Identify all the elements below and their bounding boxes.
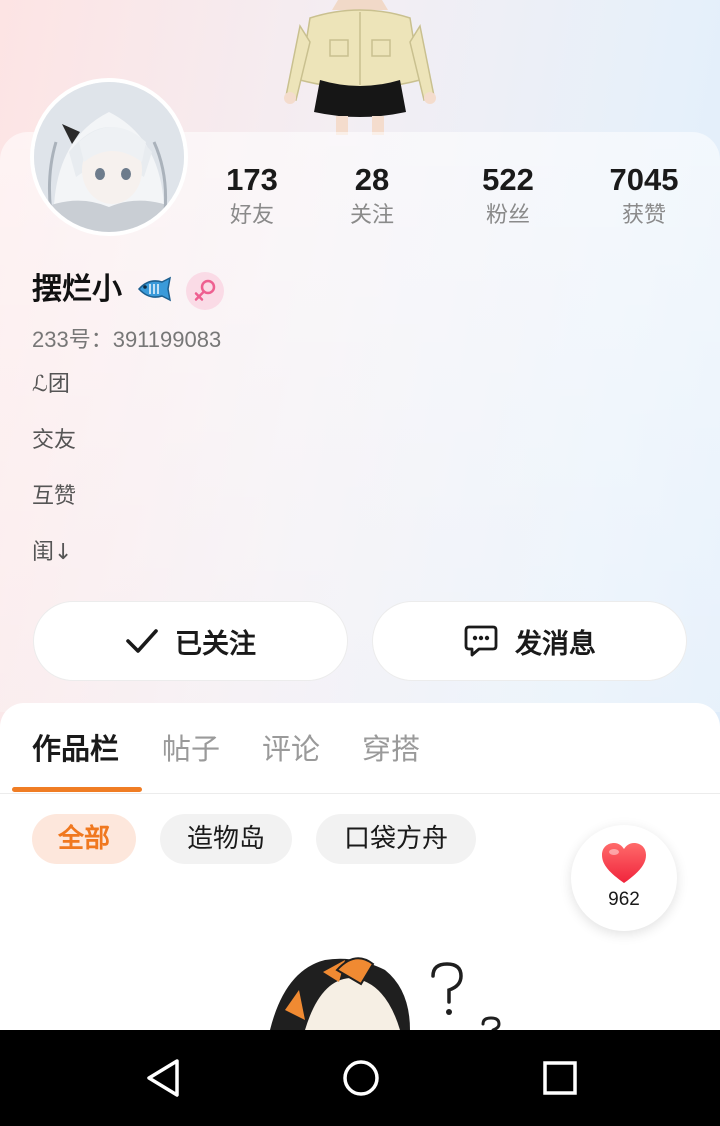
fish-badge-icon[interactable] — [135, 276, 175, 302]
tab-comments[interactable]: 评论 — [262, 727, 320, 771]
bio-line: 互赞 — [32, 484, 77, 509]
stat-fans-value: 522 — [482, 162, 534, 197]
filter-chip-pocket-ark[interactable]: 口袋方舟 — [316, 814, 476, 864]
heart-icon — [602, 843, 646, 883]
empty-state-mascot — [270, 957, 501, 1030]
stat-fans-label: 粉丝 — [485, 203, 530, 228]
tab-works[interactable]: 作品栏 — [32, 727, 119, 771]
check-icon — [126, 629, 158, 653]
like-count: 962 — [608, 889, 640, 910]
send-message-button[interactable]: 发消息 — [372, 601, 687, 681]
tab-posts[interactable]: 帖子 — [162, 727, 220, 771]
recents-icon — [543, 1061, 577, 1095]
stat-following[interactable]: 28 关注 — [307, 160, 437, 232]
like-floating-button[interactable]: 962 — [571, 825, 677, 931]
active-tab-indicator — [12, 787, 142, 792]
tab-outfits[interactable]: 穿搭 — [362, 727, 420, 771]
stat-following-value: 28 — [354, 162, 390, 197]
home-icon — [343, 1060, 379, 1096]
recents-button[interactable] — [536, 1054, 584, 1102]
user-id: 233号：391199083 — [32, 327, 222, 352]
follow-button[interactable]: 已关注 — [33, 601, 348, 681]
back-icon — [147, 1059, 179, 1097]
user-avatar[interactable] — [30, 78, 188, 236]
background-avatar-figure — [284, 0, 436, 135]
stat-friends-value: 173 — [226, 162, 278, 197]
send-message-label: 发消息 — [515, 628, 596, 660]
filter-chip-all[interactable]: 全部 — [32, 814, 136, 864]
stat-fans[interactable]: 522 粉丝 — [443, 160, 573, 232]
female-icon — [194, 279, 216, 301]
bio-line: ℒ团 — [32, 372, 70, 397]
home-button[interactable] — [337, 1054, 385, 1102]
stat-friends-label: 好友 — [229, 203, 274, 228]
system-navigation-bar — [0, 1030, 720, 1126]
username: 摆烂小 — [32, 272, 122, 307]
stat-friends[interactable]: 173 好友 — [187, 160, 317, 232]
filter-chip-creation-island[interactable]: 造物岛 — [160, 814, 292, 864]
follow-button-label: 已关注 — [175, 628, 256, 660]
back-button[interactable] — [139, 1054, 187, 1102]
stat-likes-label: 获赞 — [621, 203, 666, 228]
stat-following-label: 关注 — [349, 203, 394, 228]
female-badge — [186, 272, 224, 310]
bio-line: 交友 — [32, 428, 77, 453]
stat-likes-value: 7045 — [609, 162, 679, 197]
chat-bubble-icon — [464, 625, 498, 657]
tab-divider — [0, 793, 720, 794]
bio-line: 闺↓ — [32, 540, 73, 565]
stat-likes[interactable]: 7045 获赞 — [579, 160, 709, 232]
